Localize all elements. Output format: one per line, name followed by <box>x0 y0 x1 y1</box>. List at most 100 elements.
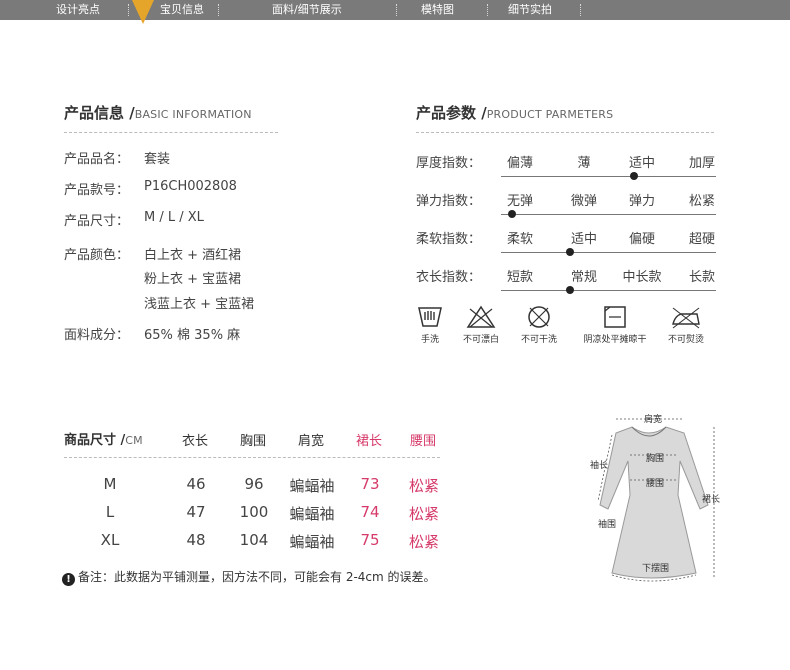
no-dry-clean-icon <box>528 306 550 328</box>
product-sku-value: P16CH002808 <box>144 179 237 194</box>
diagram-label: 袖长 <box>590 461 609 471</box>
product-name-value: 套装 <box>144 152 171 167</box>
param-label: 柔软指数： <box>416 232 482 247</box>
column-header: 衣长 <box>182 434 209 449</box>
table-cell: 松紧 <box>408 533 439 551</box>
column-header: 胸围 <box>240 434 267 449</box>
size-cell: XL <box>100 531 120 549</box>
care-dry-flat-shade: 阴凉处平摊晾干 <box>575 304 655 345</box>
tab-bar: 设计亮点 宝贝信息 面料/细节展示 模特图 细节实拍 <box>0 0 790 24</box>
param-option: 弹力 <box>628 194 655 209</box>
tab-detail-photos[interactable]: 细节实拍 <box>508 0 552 20</box>
param-label: 弹力指数： <box>416 194 482 209</box>
tab-separator <box>580 4 581 16</box>
dry-flat-shade-icon <box>604 306 626 328</box>
tab-separator <box>218 4 219 16</box>
size-cell: M <box>103 475 117 493</box>
table-cell: 46 <box>186 475 206 493</box>
param-label: 衣长指数： <box>416 270 482 285</box>
diagram-label: 胸围 <box>646 454 665 464</box>
tab-separator <box>128 4 129 16</box>
note-text: 备注：此数据为平铺测量，因方法不同，可能会有 2-4cm 的误差。 <box>78 570 436 584</box>
param-row: 弹力指数： 无弹 微弹 弹力 松紧 <box>416 190 726 218</box>
param-option: 微弹 <box>570 194 597 209</box>
column-header: 裙长 <box>356 434 383 449</box>
no-bleach-icon <box>466 305 496 328</box>
basic-info-heading: 产品信息 / <box>64 104 135 122</box>
param-option: 适中 <box>570 232 597 247</box>
tab-design-highlights[interactable]: 设计亮点 <box>56 0 100 20</box>
care-no-iron: 不可熨烫 <box>646 304 726 345</box>
param-selected-dot <box>566 248 574 256</box>
alert-icon: ! <box>62 573 75 586</box>
table-cell: 蝙蝠袖 <box>289 505 335 523</box>
diagram-label: 下摆围 <box>642 564 670 574</box>
param-option: 常规 <box>570 270 597 285</box>
param-selected-dot <box>630 172 638 180</box>
params-subtitle: PRODUCT PARMETERS <box>486 108 614 121</box>
table-cell: 48 <box>186 531 206 549</box>
basic-info-subtitle: BASIC INFORMATION <box>134 108 252 121</box>
table-cell: 96 <box>244 475 264 493</box>
param-option: 薄 <box>577 156 591 171</box>
column-header: 腰围 <box>410 434 437 449</box>
param-option: 超硬 <box>688 232 715 247</box>
table-cell: 100 <box>239 503 269 521</box>
fabric-value: 65% 棉 35% 麻 <box>144 328 241 343</box>
param-scale-line <box>501 252 716 253</box>
params-title: 产品参数 /PRODUCT PARMETERS <box>416 102 613 123</box>
param-option: 中长款 <box>622 270 662 285</box>
param-selected-dot <box>508 210 516 218</box>
care-caption: 不可干洗 <box>520 335 557 345</box>
param-option: 松紧 <box>688 194 715 209</box>
param-row: 厚度指数： 偏薄 薄 适中 加厚 <box>416 152 726 180</box>
table-cell: 松紧 <box>408 505 439 523</box>
tab-fabric-details[interactable]: 面料/细节展示 <box>272 0 342 20</box>
tab-product-info[interactable]: 宝贝信息 <box>160 0 204 20</box>
param-option: 无弹 <box>506 194 533 209</box>
param-selected-dot <box>566 286 574 294</box>
param-scale-line <box>501 290 716 291</box>
column-header: 肩宽 <box>298 434 325 449</box>
table-cell: 松紧 <box>408 477 439 495</box>
size-cell: L <box>105 503 115 521</box>
table-cell: 73 <box>360 475 380 493</box>
param-option: 加厚 <box>688 156 715 171</box>
table-cell: 蝙蝠袖 <box>289 477 335 495</box>
product-color-label: 产品颜色： <box>64 248 130 263</box>
size-table-unit: CM <box>125 434 143 447</box>
divider <box>416 132 714 133</box>
care-caption: 阴凉处平摊晾干 <box>583 335 647 345</box>
divider <box>64 132 278 133</box>
product-color-value: 白上衣 + 酒红裙 <box>144 248 242 263</box>
param-option: 适中 <box>628 156 655 171</box>
param-scale-line <box>501 176 716 177</box>
diagram-label: 裙长 <box>702 495 721 505</box>
divider <box>64 457 440 458</box>
product-name-label: 产品品名： <box>64 152 130 167</box>
product-sku-label: 产品款号： <box>64 183 130 198</box>
table-cell: 104 <box>239 531 269 549</box>
active-tab-marker <box>132 0 154 24</box>
fabric-label: 面料成分： <box>64 328 130 343</box>
product-color-value: 浅蓝上衣 + 宝蓝裙 <box>144 297 255 312</box>
tab-model-photos[interactable]: 模特图 <box>421 0 454 20</box>
param-row: 柔软指数： 柔软 适中 偏硬 超硬 <box>416 228 726 256</box>
param-option: 长款 <box>688 270 715 285</box>
table-cell: 47 <box>186 503 206 521</box>
no-iron-icon <box>672 307 700 329</box>
care-caption: 不可熨烫 <box>667 335 704 345</box>
param-option: 柔软 <box>506 232 533 247</box>
param-label: 厚度指数： <box>416 156 482 171</box>
table-cell: 74 <box>360 503 380 521</box>
product-size-value: M / L / XL <box>144 210 204 225</box>
param-scale-line <box>501 214 716 215</box>
basic-info-title: 产品信息 /BASIC INFORMATION <box>64 102 252 123</box>
param-option: 短款 <box>506 270 533 285</box>
table-cell: 蝙蝠袖 <box>289 533 335 551</box>
param-option: 偏薄 <box>506 156 533 171</box>
measurement-note: ! 备注：此数据为平铺测量，因方法不同，可能会有 2-4cm 的误差。 <box>62 568 436 586</box>
dress-shape <box>599 426 709 579</box>
care-no-dry-clean: 不可干洗 <box>499 304 579 345</box>
param-option: 偏硬 <box>628 232 655 247</box>
